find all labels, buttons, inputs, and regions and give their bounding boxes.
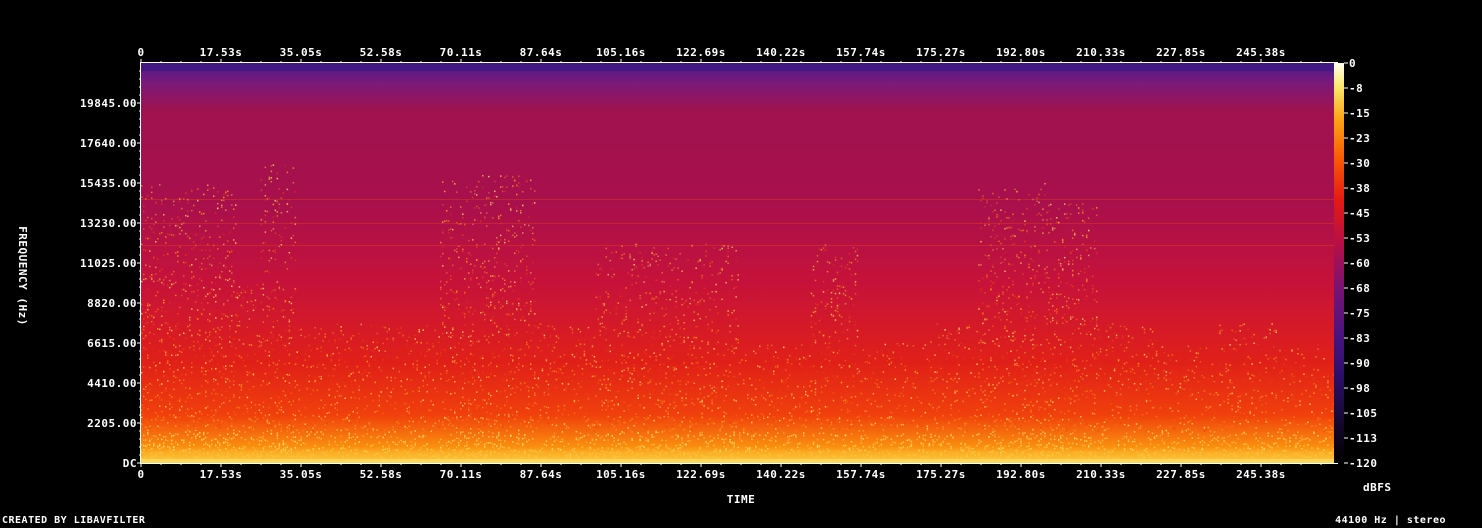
colorbar-tick-label: -53 bbox=[1349, 232, 1370, 245]
top-tick-label: 157.74s bbox=[836, 46, 886, 59]
colorbar-tick-label: -120 bbox=[1349, 457, 1378, 470]
colorbar-tick-label: -30 bbox=[1349, 157, 1370, 170]
top-tick-label: 192.80s bbox=[996, 46, 1046, 59]
freq-tick-label: 6615.00 bbox=[87, 337, 137, 350]
bottom-tick-label: 70.11s bbox=[440, 468, 483, 481]
colorbar-tick-label: -75 bbox=[1349, 307, 1370, 320]
bottom-tick-label: 17.53s bbox=[200, 468, 243, 481]
top-tick-label: 105.16s bbox=[596, 46, 646, 59]
top-tick-label: 245.38s bbox=[1236, 46, 1286, 59]
top-tick-label: 140.22s bbox=[756, 46, 806, 59]
top-tick-label: 70.11s bbox=[440, 46, 483, 59]
colorbar-tick-label: -15 bbox=[1349, 107, 1370, 120]
top-tick-label: 175.27s bbox=[916, 46, 966, 59]
colorbar-tick-label: -23 bbox=[1349, 132, 1370, 145]
spectrogram-background bbox=[141, 63, 1337, 463]
colorbar-tick-label: -60 bbox=[1349, 257, 1370, 270]
bottom-tick-label: 0 bbox=[137, 468, 144, 481]
footer-sample-info: 44100 Hz | stereo bbox=[1335, 515, 1446, 526]
colorbar-tick-label: -45 bbox=[1349, 207, 1370, 220]
freq-tick-label: 15435.00 bbox=[80, 177, 137, 190]
top-tick-label: 52.58s bbox=[360, 46, 403, 59]
colorbar-tick-label: 0 bbox=[1349, 57, 1356, 70]
top-tick-label: 87.64s bbox=[520, 46, 563, 59]
bottom-tick-label: 210.33s bbox=[1076, 468, 1126, 481]
freq-tick-label: 2205.00 bbox=[87, 417, 137, 430]
colorbar-tick-label: -68 bbox=[1349, 282, 1370, 295]
bottom-tick-label: 157.74s bbox=[836, 468, 886, 481]
top-tick-label: 227.85s bbox=[1156, 46, 1206, 59]
freq-tick-label: DC bbox=[123, 457, 137, 470]
colorbar-tick-label: -8 bbox=[1349, 82, 1363, 95]
bottom-tick-label: 140.22s bbox=[756, 468, 806, 481]
freq-tick-label: 19845.00 bbox=[80, 97, 137, 110]
freq-tick-label: 13230.00 bbox=[80, 217, 137, 230]
colorbar-tick-label: -113 bbox=[1349, 432, 1378, 445]
colorbar: 0 -8 -15 -23 -30 -38 -45 -53 -60 -68 -75 -83 -90 -98 -… bbox=[1334, 57, 1392, 494]
bottom-tick-label: 35.05s bbox=[280, 468, 323, 481]
freq-tick-label: 8820.00 bbox=[87, 297, 137, 310]
bottom-time-axis: 0 17.53s 35.05s 52.58s 70.11s 87.64s 105.16s 12… bbox=[137, 463, 1322, 481]
spectrogram-plot bbox=[141, 63, 1337, 463]
spectrogram-figure: 0 17.53s 35.05s 52.58s 70.11s 87.64s 105.16s 12… bbox=[16, 46, 1392, 506]
frequency-axis: DC 2205.00 4410.00 6615.00 8820.00 11025.00 13… bbox=[80, 70, 141, 470]
top-time-axis: 0 17.53s 35.05s 52.58s 70.11s 87.64s 105.16s 12… bbox=[137, 46, 1322, 63]
bottom-tick-label: 52.58s bbox=[360, 468, 403, 481]
colorbar-tick-label: -38 bbox=[1349, 182, 1370, 195]
top-tick-label: 0 bbox=[137, 46, 144, 59]
bottom-tick-label: 122.69s bbox=[676, 468, 726, 481]
colorbar-tick-label: -90 bbox=[1349, 357, 1370, 370]
top-tick-label: 210.33s bbox=[1076, 46, 1126, 59]
top-tick-label: 35.05s bbox=[280, 46, 323, 59]
bottom-tick-label: 175.27s bbox=[916, 468, 966, 481]
bottom-tick-label: 227.85s bbox=[1156, 468, 1206, 481]
colorbar-tick-label: -105 bbox=[1349, 407, 1378, 420]
top-tick-label: 122.69s bbox=[676, 46, 726, 59]
colorbar-gradient bbox=[1334, 63, 1344, 463]
top-tick-label: 17.53s bbox=[200, 46, 243, 59]
x-axis-title: TIME bbox=[727, 493, 756, 506]
freq-tick-label: 17640.00 bbox=[80, 137, 137, 150]
y-axis-title: FREQUENCY (Hz) bbox=[16, 226, 29, 326]
colorbar-label: dBFS bbox=[1363, 481, 1392, 494]
bottom-tick-label: 105.16s bbox=[596, 468, 646, 481]
freq-tick-label: 11025.00 bbox=[80, 257, 137, 270]
colorbar-tick-label: -83 bbox=[1349, 332, 1370, 345]
bottom-tick-label: 245.38s bbox=[1236, 468, 1286, 481]
colorbar-tick-label: -98 bbox=[1349, 382, 1370, 395]
footer-credit: CREATED BY LIBAVFILTER bbox=[2, 515, 146, 526]
bottom-tick-label: 87.64s bbox=[520, 468, 563, 481]
colorbar-ticks: 0 -8 -15 -23 -30 -38 -45 -53 -60 -68 -75 -83 -90 -98 -… bbox=[1344, 57, 1378, 470]
freq-tick-label: 4410.00 bbox=[87, 377, 137, 390]
bottom-tick-label: 192.80s bbox=[996, 468, 1046, 481]
